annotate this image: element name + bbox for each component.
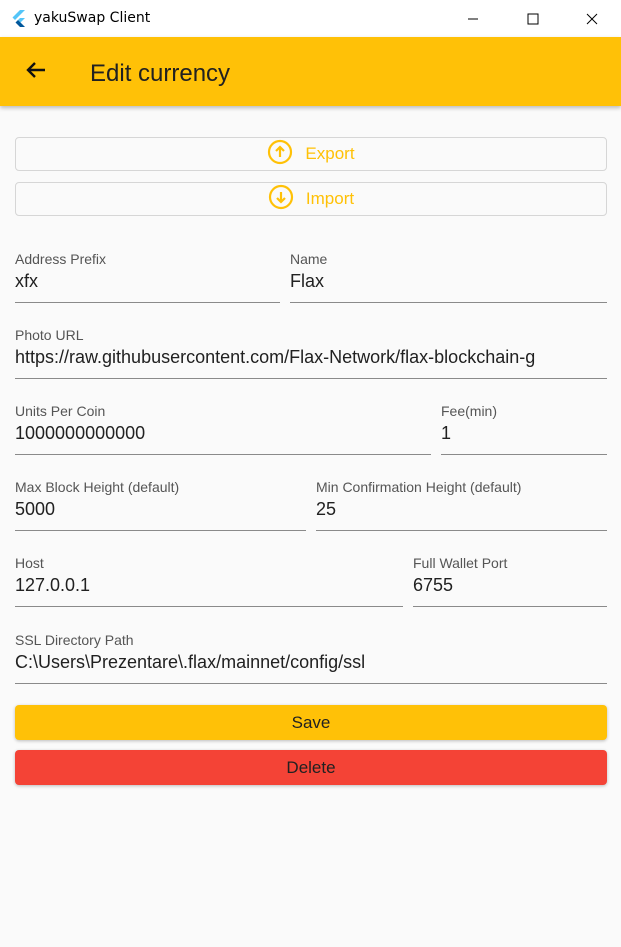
export-label: Export bbox=[305, 144, 355, 163]
min-confirmation-height-label: Min Confirmation Height (default) bbox=[316, 479, 522, 495]
host-label: Host bbox=[15, 555, 44, 571]
name-label: Name bbox=[290, 251, 328, 267]
min-confirmation-height-value[interactable]: 25 bbox=[316, 499, 607, 520]
full-wallet-port-label: Full Wallet Port bbox=[413, 555, 508, 571]
address-prefix-value[interactable]: xfx bbox=[15, 271, 280, 292]
import-button[interactable]: Import bbox=[15, 182, 607, 216]
window-titlebar: yakuSwap Client bbox=[0, 0, 621, 37]
host-field[interactable]: Host 127.0.0.1 bbox=[15, 555, 403, 607]
arrow-left-icon bbox=[24, 58, 48, 87]
minimize-icon bbox=[467, 13, 479, 25]
max-block-height-value[interactable]: 5000 bbox=[15, 499, 306, 520]
photo-url-value[interactable]: https://raw.githubusercontent.com/Flax-N… bbox=[15, 347, 607, 368]
import-label: Import bbox=[305, 189, 355, 208]
name-field[interactable]: Name Flax bbox=[290, 251, 607, 303]
address-prefix-field[interactable]: Address Prefix xfx bbox=[15, 251, 280, 303]
min-confirmation-height-field[interactable]: Min Confirmation Height (default) 25 bbox=[316, 479, 607, 531]
save-button[interactable]: Save bbox=[15, 705, 607, 740]
window-title: yakuSwap Client bbox=[34, 10, 151, 26]
ssl-directory-path-label: SSL Directory Path bbox=[15, 632, 134, 648]
minimize-button[interactable] bbox=[450, 0, 496, 37]
max-block-height-label: Max Block Height (default) bbox=[15, 479, 180, 495]
ssl-directory-path-value[interactable]: C:\Users\Prezentare\.flax/mainnet/config… bbox=[15, 652, 607, 673]
maximize-button[interactable] bbox=[510, 0, 556, 37]
fee-min-field[interactable]: Fee(min) 1 bbox=[441, 403, 607, 455]
page-title: Edit currency bbox=[90, 60, 231, 87]
delete-button[interactable]: Delete bbox=[15, 750, 607, 785]
units-per-coin-label: Units Per Coin bbox=[15, 403, 106, 419]
address-prefix-label: Address Prefix bbox=[15, 251, 107, 267]
fee-min-value[interactable]: 1 bbox=[441, 423, 607, 444]
host-value[interactable]: 127.0.0.1 bbox=[15, 575, 403, 596]
photo-url-label: Photo URL bbox=[15, 327, 84, 343]
units-per-coin-field[interactable]: Units Per Coin 1000000000000 bbox=[15, 403, 431, 455]
full-wallet-port-value[interactable]: 6755 bbox=[413, 575, 607, 596]
full-wallet-port-field[interactable]: Full Wallet Port 6755 bbox=[413, 555, 607, 607]
flutter-logo-icon bbox=[10, 9, 28, 27]
maximize-icon bbox=[527, 13, 539, 25]
app-bar: Edit currency bbox=[0, 37, 621, 106]
max-block-height-field[interactable]: Max Block Height (default) 5000 bbox=[15, 479, 306, 531]
fee-min-label: Fee(min) bbox=[441, 403, 498, 419]
ssl-directory-path-field[interactable]: SSL Directory Path C:\Users\Prezentare\.… bbox=[15, 632, 607, 684]
photo-url-field[interactable]: Photo URL https://raw.githubusercontent.… bbox=[15, 327, 607, 379]
arrow-down-circle-icon bbox=[268, 184, 294, 215]
close-button[interactable] bbox=[569, 0, 615, 37]
export-button[interactable]: Export bbox=[15, 137, 607, 171]
name-value[interactable]: Flax bbox=[290, 271, 607, 292]
back-button[interactable] bbox=[18, 54, 54, 90]
units-per-coin-value[interactable]: 1000000000000 bbox=[15, 423, 431, 444]
close-icon bbox=[586, 13, 598, 25]
arrow-up-circle-icon bbox=[267, 139, 293, 170]
